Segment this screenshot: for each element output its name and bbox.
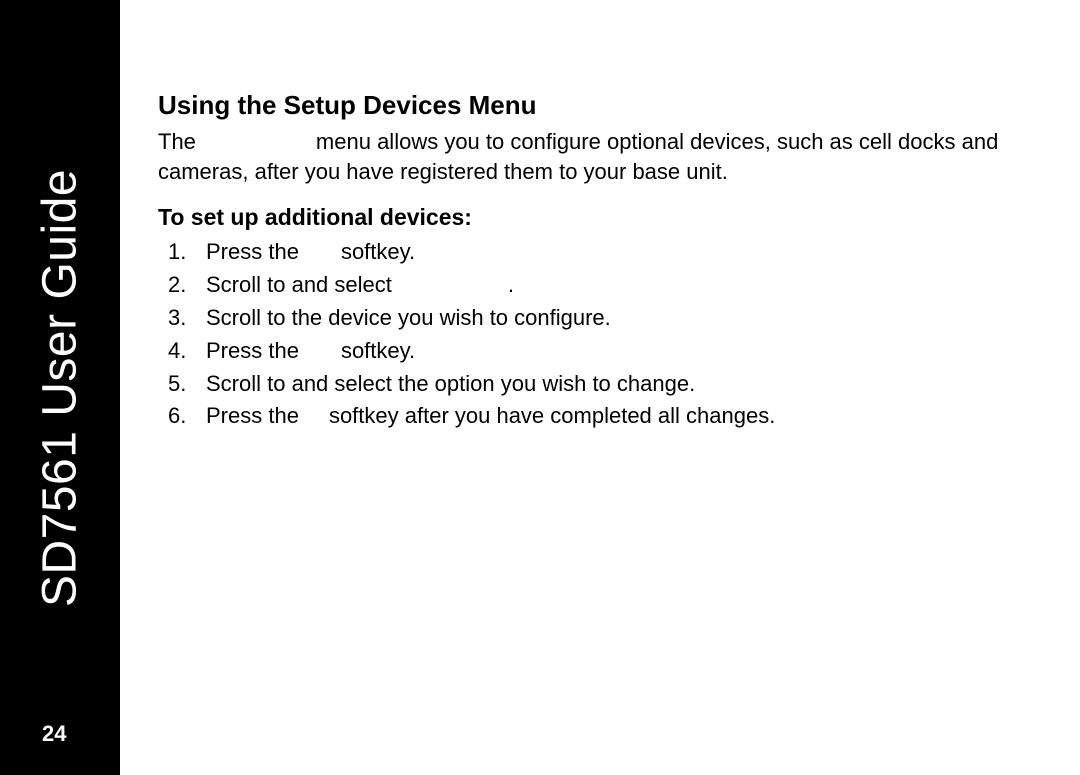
- sidebar: SD7561 User Guide 24: [0, 0, 120, 775]
- step-number: 1.: [158, 237, 206, 268]
- sidebar-title: SD7561 User Guide: [33, 168, 88, 606]
- step-number: 2.: [158, 270, 206, 301]
- step-number: 4.: [158, 336, 206, 367]
- list-item: 1. Press thesoftkey.: [158, 237, 1038, 268]
- step-text: Scroll to the device you wish to configu…: [206, 303, 1038, 334]
- intro-paragraph: Themenu allows you to configure optional…: [158, 127, 1038, 186]
- list-item: 3. Scroll to the device you wish to conf…: [158, 303, 1038, 334]
- page-number: 24: [42, 721, 66, 747]
- subheading: To set up additional devices:: [158, 204, 1038, 231]
- step-list: 1. Press thesoftkey. 2. Scroll to and se…: [158, 237, 1038, 432]
- section-heading: Using the Setup Devices Menu: [158, 90, 1038, 121]
- step-text: Press thesoftkey.: [206, 336, 1038, 367]
- para-post: menu allows you to configure optional de…: [158, 129, 998, 184]
- step-text: Scroll to and select.: [206, 270, 1038, 301]
- step-text: Press thesoftkey.: [206, 237, 1038, 268]
- list-item: 4. Press thesoftkey.: [158, 336, 1038, 367]
- step-number: 5.: [158, 369, 206, 400]
- step-number: 6.: [158, 401, 206, 432]
- step-text: Press thesoftkey after you have complete…: [206, 401, 1038, 432]
- list-item: 2. Scroll to and select.: [158, 270, 1038, 301]
- step-number: 3.: [158, 303, 206, 334]
- page-content: Using the Setup Devices Menu Themenu all…: [158, 90, 1038, 434]
- list-item: 6. Press thesoftkey after you have compl…: [158, 401, 1038, 432]
- list-item: 5. Scroll to and select the option you w…: [158, 369, 1038, 400]
- para-pre: The: [158, 129, 196, 154]
- step-text: Scroll to and select the option you wish…: [206, 369, 1038, 400]
